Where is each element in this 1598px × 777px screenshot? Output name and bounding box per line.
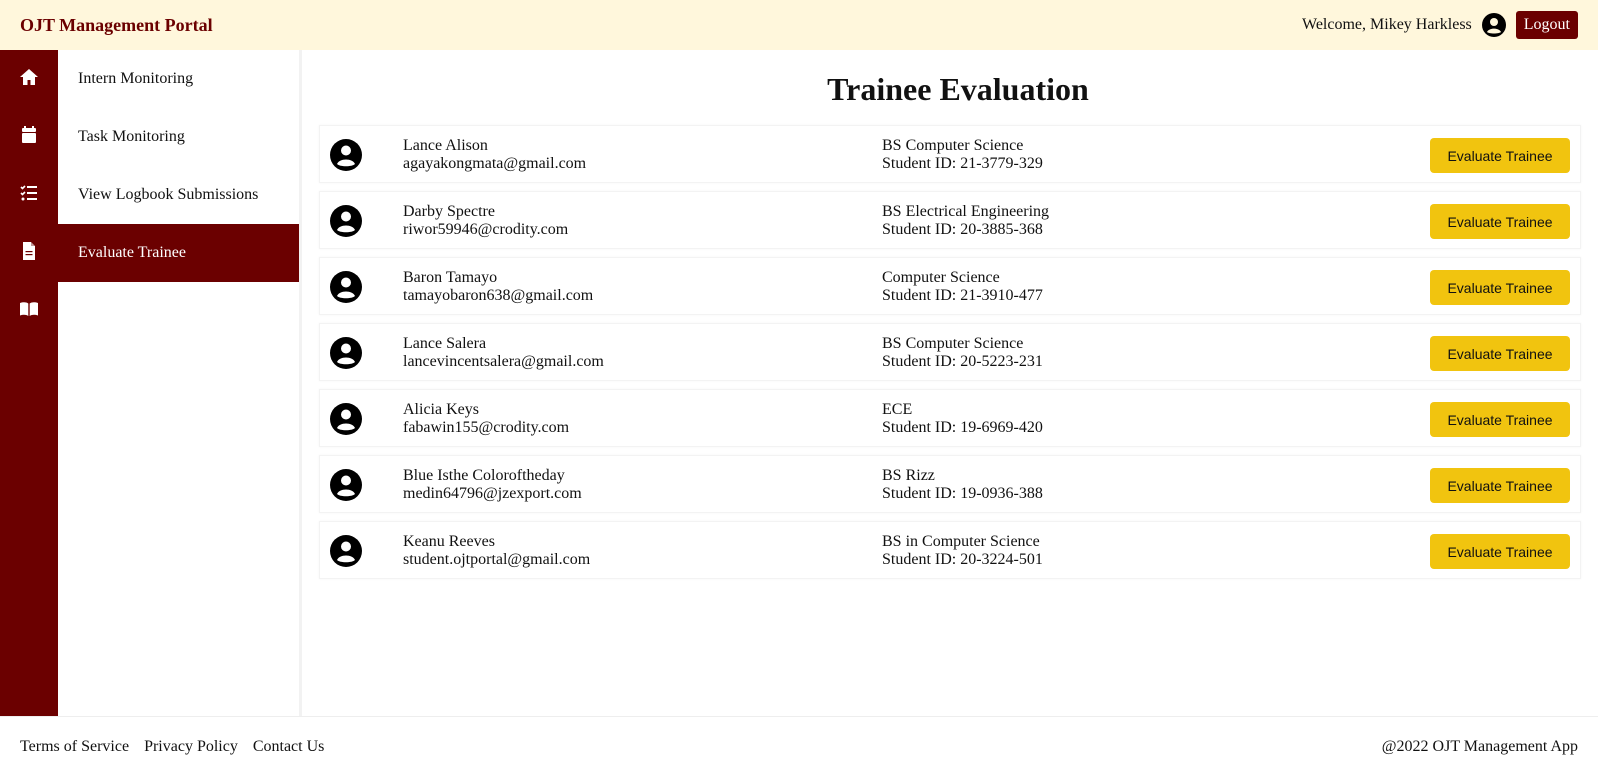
icon-rail [0,50,58,716]
trainee-email: student.ojtportal@gmail.com [403,551,591,568]
trainee-name: Lance Salera [403,335,487,352]
trainee-row: Alicia Keys fabawin155@crodity.com ECE Stud… [319,389,1581,447]
evaluate-trainee-button[interactable]: Evaluate Trainee [1430,468,1570,503]
trainee-name: Blue Isthe Coloroftheday [403,467,565,484]
trainee-name: Lance Alison [403,137,488,154]
trainee-student-id: Student ID: 21-3910-477 [882,287,1043,304]
evaluate-trainee-button[interactable]: Evaluate Trainee [1430,336,1570,371]
trainee-row: Lance Alison agayakongmata@gmail.com BS Co… [319,125,1581,183]
trainee-program: BS Rizz [882,467,935,484]
sidebar-item-task-monitoring[interactable]: Task Monitoring [58,108,299,166]
rail-tasks[interactable] [0,166,58,224]
trainee-row: Darby Spectre riwor59946@crodity.com BS El… [319,191,1581,249]
trainee-program-info: Computer Science Student ID: 21-3910-477 [882,269,1043,305]
calendar-icon [19,125,39,150]
trainee-student-id: Student ID: 21-3779-329 [882,155,1043,172]
footer-link-privacy[interactable]: Privacy Policy [144,738,238,756]
avatar-icon [330,403,362,435]
footer-link-contact[interactable]: Contact Us [253,738,325,756]
evaluate-trainee-button[interactable]: Evaluate Trainee [1430,270,1570,305]
trainee-info: Keanu Reeves student.ojtportal@gmail.com [403,533,590,569]
trainee-student-id: Student ID: 20-3224-501 [882,551,1043,568]
checklist-icon [19,183,39,208]
welcome-text: Welcome, Mikey Harkless [1302,16,1472,33]
trainee-program: ECE [882,401,913,418]
trainee-row: Keanu Reeves student.ojtportal@gmail.com B… [319,521,1581,579]
trainee-program: BS Computer Science [882,137,1024,154]
trainee-email: lancevincentsalera@gmail.com [403,353,604,370]
trainee-program: BS in Computer Science [882,533,1040,550]
sidebar-item-view-logbook[interactable]: View Logbook Submissions [58,166,299,224]
trainee-student-id: Student ID: 19-6969-420 [882,419,1043,436]
trainee-row: Blue Isthe Coloroftheday medin64796@jzexp… [319,455,1581,513]
rail-calendar[interactable] [0,108,58,166]
top-header: OJT Management Portal Welcome, Mikey Har… [0,0,1598,50]
avatar-icon [330,535,362,567]
avatar-icon [330,139,362,171]
evaluate-trainee-button[interactable]: Evaluate Trainee [1430,138,1570,173]
trainee-email: riwor59946@crodity.com [403,221,569,238]
trainee-program-info: BS Computer Science Student ID: 20-5223-2… [882,335,1043,371]
rail-home[interactable] [0,50,58,108]
trainee-row: Lance Salera lancevincentsalera@gmail.com… [319,323,1581,381]
rail-logbook[interactable] [0,224,58,282]
logout-button[interactable]: Logout [1515,11,1578,39]
trainee-student-id: Student ID: 20-3885-368 [882,221,1043,238]
trainee-email: fabawin155@crodity.com [403,419,570,436]
footer-link-terms[interactable]: Terms of Service [20,738,129,756]
footer-links: Terms of Service Privacy Policy Contact … [20,738,324,756]
footer: Terms of Service Privacy Policy Contact … [0,716,1598,777]
trainee-info: Darby Spectre riwor59946@crodity.com [403,203,568,239]
trainee-info: Lance Salera lancevincentsalera@gmail.com [403,335,604,371]
trainee-name: Baron Tamayo [403,269,498,286]
app-title: OJT Management Portal [20,14,213,35]
trainee-info: Baron Tamayo tamayobaron638@gmail.com [403,269,593,305]
sidebar: Intern Monitoring Task Monitoring View L… [58,50,302,716]
book-icon [19,299,39,324]
trainee-name: Darby Spectre [403,203,495,220]
trainee-program: Computer Science [882,269,1000,286]
sidebar-item-evaluate-trainee[interactable]: Evaluate Trainee [58,224,299,282]
trainee-program-info: BS Rizz Student ID: 19-0936-388 [882,467,1043,503]
trainee-name: Keanu Reeves [403,533,495,550]
avatar-icon [330,271,362,303]
trainee-info: Blue Isthe Coloroftheday medin64796@jzexp… [403,467,582,503]
trainee-program-info: BS in Computer Science Student ID: 20-322… [882,533,1043,569]
trainee-program: BS Electrical Engineering [882,203,1050,220]
trainee-program-info: BS Electrical Engineering Student ID: 20-… [882,203,1049,239]
trainee-student-id: Student ID: 20-5223-231 [882,353,1043,370]
trainee-program-info: ECE Student ID: 19-6969-420 [882,401,1043,437]
trainee-info: Alicia Keys fabawin155@crodity.com [403,401,569,437]
avatar-icon [330,469,362,501]
trainee-name: Alicia Keys [403,401,479,418]
header-user-area: Welcome, Mikey Harkless Logout [1302,11,1578,39]
trainee-email: tamayobaron638@gmail.com [403,287,594,304]
evaluate-trainee-button[interactable]: Evaluate Trainee [1430,534,1570,569]
trainee-student-id: Student ID: 19-0936-388 [882,485,1043,502]
page-title: Trainee Evaluation [827,71,1089,107]
avatar-icon [330,205,362,237]
user-avatar-icon[interactable] [1481,13,1506,37]
document-icon [19,241,39,266]
copyright-text: @2022 OJT Management App [1381,738,1578,755]
trainee-email: medin64796@jzexport.com [403,485,582,502]
trainee-row: Baron Tamayo tamayobaron638@gmail.com Comp… [319,257,1581,315]
evaluate-trainee-button[interactable]: Evaluate Trainee [1430,204,1570,239]
trainee-email: agayakongmata@gmail.com [403,155,587,172]
avatar-icon [330,337,362,369]
home-icon [19,67,39,92]
evaluate-trainee-button[interactable]: Evaluate Trainee [1430,402,1570,437]
trainee-info: Lance Alison agayakongmata@gmail.com [403,137,586,173]
rail-evaluate[interactable] [0,282,58,340]
trainee-program-info: BS Computer Science Student ID: 21-3779-3… [882,137,1043,173]
sidebar-item-intern-monitoring[interactable]: Intern Monitoring [58,50,299,108]
main-content: Trainee Evaluation Lance Alison agayakong… [302,50,1598,716]
trainee-list: Lance Alison agayakongmata@gmail.com BS Co… [319,125,1581,587]
trainee-program: BS Computer Science [882,335,1024,352]
